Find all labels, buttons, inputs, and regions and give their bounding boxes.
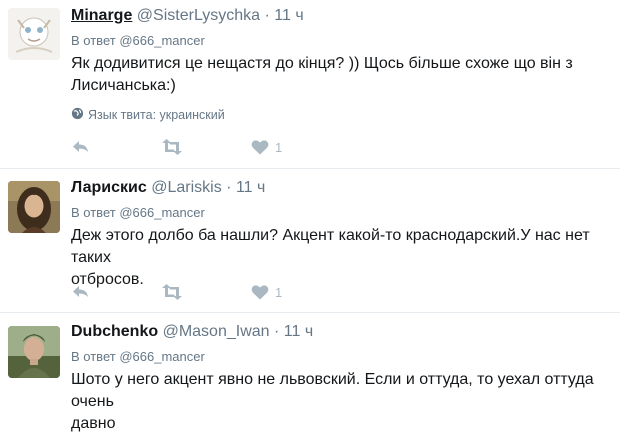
tweet-header: Minarge @SisterLysychka · 11 ч bbox=[71, 7, 304, 25]
like-count: 1 bbox=[275, 284, 283, 300]
tweet-text-line: Лисичанська:) bbox=[71, 77, 176, 94]
separator-dot: · bbox=[274, 323, 280, 340]
retweet-button[interactable] bbox=[161, 137, 183, 157]
separator-dot: · bbox=[226, 179, 232, 196]
author-name[interactable]: Dubchenko bbox=[71, 323, 158, 340]
avatar-illustration bbox=[8, 8, 60, 60]
avatar-photo bbox=[8, 326, 60, 378]
author-handle[interactable]: @SisterLysychka bbox=[137, 7, 260, 24]
author-name[interactable]: Minarge bbox=[71, 7, 132, 24]
heart-icon bbox=[251, 284, 269, 300]
tweet-text: Як додивитися це нещастя до кінця? )) Що… bbox=[71, 53, 620, 97]
heart-icon bbox=[251, 139, 269, 155]
globe-icon bbox=[71, 107, 84, 123]
tweet-text-line: Шото у него акцент явно не львовский. Ес… bbox=[71, 371, 594, 410]
avatar[interactable] bbox=[8, 8, 60, 60]
timestamp[interactable]: 11 ч bbox=[284, 323, 313, 340]
tweet-header: Dubchenko @Mason_Iwan · 11 ч bbox=[71, 323, 313, 341]
tweet-1: Minarge @SisterLysychka · 11 ч В ответ @… bbox=[0, 0, 620, 168]
avatar[interactable] bbox=[8, 326, 60, 378]
like-count: 1 bbox=[275, 139, 283, 155]
tweet-text: Шото у него акцент явно не львовский. Ес… bbox=[71, 369, 620, 435]
retweet-icon bbox=[161, 284, 183, 300]
reply-mention[interactable]: @666_mancer bbox=[119, 205, 204, 220]
author-handle[interactable]: @Lariskis bbox=[151, 179, 221, 196]
reply-icon bbox=[71, 139, 91, 155]
retweet-button[interactable] bbox=[161, 282, 183, 302]
separator-dot: · bbox=[264, 7, 270, 24]
avatar-photo bbox=[8, 181, 60, 233]
reply-button[interactable] bbox=[71, 282, 91, 302]
reply-icon bbox=[71, 284, 91, 300]
language-label: Язык твита: украинский bbox=[88, 108, 225, 122]
reply-prefix: В ответ bbox=[71, 205, 116, 220]
avatar[interactable] bbox=[8, 181, 60, 233]
reply-prefix: В ответ bbox=[71, 33, 116, 48]
tweet-text-line: давно bbox=[71, 415, 116, 432]
tweet-header: Ларискис @Lariskis · 11 ч bbox=[71, 179, 265, 197]
reply-context: В ответ @666_mancer bbox=[71, 349, 205, 364]
reply-button[interactable] bbox=[71, 137, 91, 157]
timestamp[interactable]: 11 ч bbox=[274, 7, 303, 24]
reply-context: В ответ @666_mancer bbox=[71, 33, 205, 48]
tweet-text-line: Деж этого долбо ба нашли? Акцент какой-т… bbox=[71, 227, 590, 266]
retweet-icon bbox=[161, 139, 183, 155]
tweet-actions: 1 bbox=[71, 282, 371, 302]
tweet-2: Ларискис @Lariskis · 11 ч В ответ @666_m… bbox=[0, 169, 620, 312]
reply-mention[interactable]: @666_mancer bbox=[119, 349, 204, 364]
reply-mention[interactable]: @666_mancer bbox=[119, 33, 204, 48]
tweet-text-line: Як додивитися це нещастя до кінця? )) Що… bbox=[71, 55, 573, 72]
reply-prefix: В ответ bbox=[71, 349, 116, 364]
reply-context: В ответ @666_mancer bbox=[71, 205, 205, 220]
tweet-actions: 1 bbox=[71, 137, 371, 157]
like-button[interactable]: 1 bbox=[251, 137, 282, 157]
author-handle[interactable]: @Mason_Iwan bbox=[163, 323, 270, 340]
like-button[interactable]: 1 bbox=[251, 282, 282, 302]
tweet-language: Язык твита: украинский bbox=[71, 107, 225, 123]
timestamp[interactable]: 11 ч bbox=[236, 179, 265, 196]
author-name[interactable]: Ларискис bbox=[71, 179, 147, 196]
tweet-3: Dubchenko @Mason_Iwan · 11 ч В ответ @66… bbox=[0, 313, 620, 432]
